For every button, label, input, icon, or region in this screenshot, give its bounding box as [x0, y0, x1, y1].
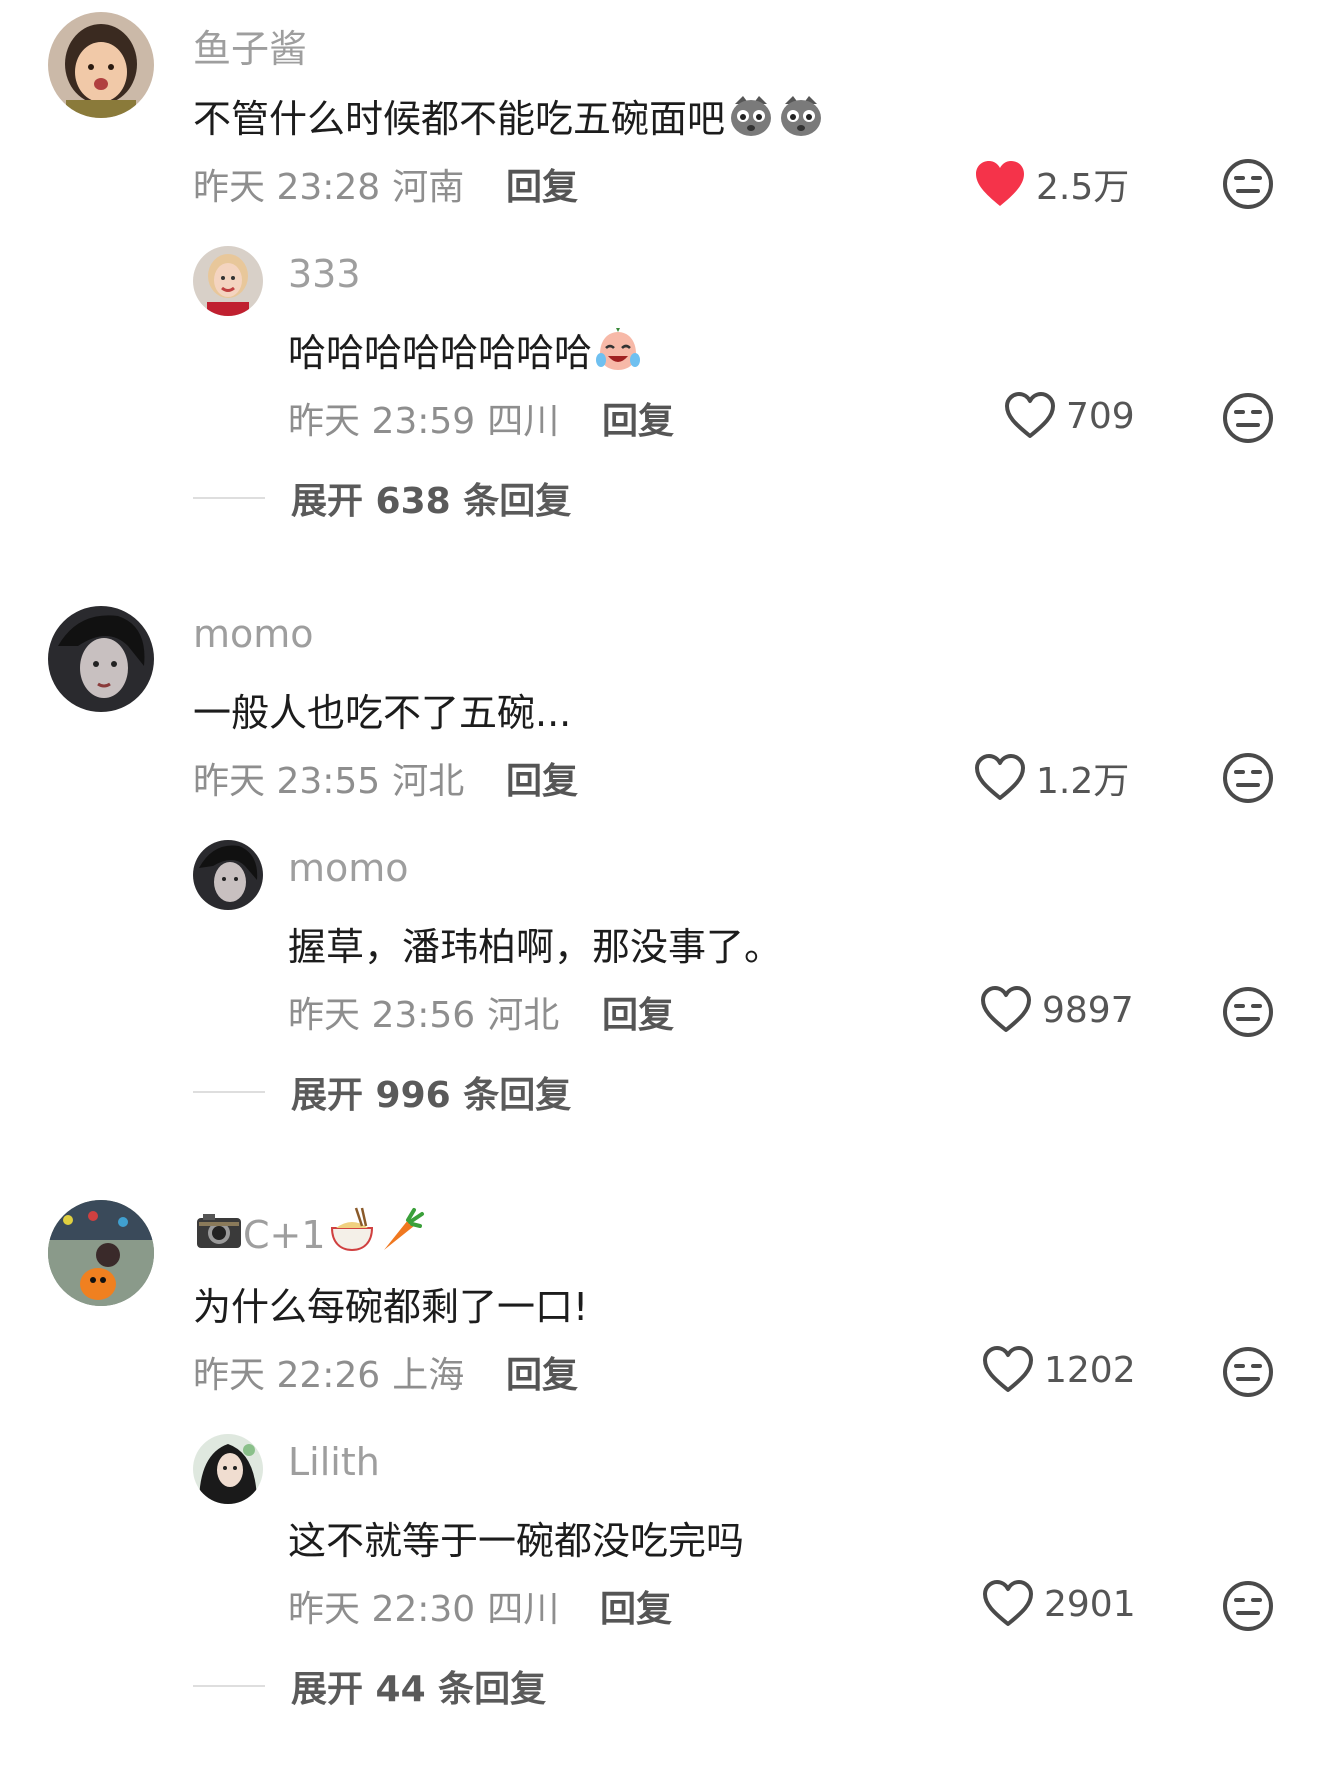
- reply-button[interactable]: 回复: [602, 986, 674, 1038]
- expand-replies[interactable]: 展开 638 条回复: [193, 472, 571, 524]
- location: 河南: [392, 167, 465, 208]
- divider-line: [193, 1091, 265, 1093]
- puppy-face-emoji-icon: [727, 90, 775, 138]
- like-button[interactable]: 1.2万: [974, 752, 1154, 804]
- reply-text: 这不就等于一碗都没吃完吗: [288, 1519, 745, 1563]
- like-count: 709: [1066, 395, 1135, 437]
- laughing-crying-emoji-icon: [594, 324, 642, 372]
- location: 四川: [487, 1589, 560, 1630]
- neutral-face-icon: [1223, 987, 1273, 1037]
- heart-outline-icon: [983, 1346, 1033, 1392]
- reply-button[interactable]: 回复: [506, 158, 578, 210]
- reply-username[interactable]: Lilith: [288, 1440, 380, 1484]
- reply-avatar[interactable]: [193, 840, 263, 910]
- divider-line: [193, 1685, 265, 1687]
- reply-text: 握草，潘玮柏啊，那没事了。: [288, 925, 783, 969]
- like-count: 1.2万: [1036, 761, 1130, 802]
- reply-button[interactable]: 回复: [506, 1346, 578, 1398]
- location: 河北: [487, 995, 560, 1036]
- comment-meta: 昨天 23:55 河北: [193, 752, 464, 804]
- emoji-react-button[interactable]: [1222, 752, 1274, 804]
- like-button[interactable]: 1202: [982, 1346, 1162, 1394]
- like-count: 2.5万: [1036, 167, 1130, 208]
- camera-icon: [195, 1206, 243, 1254]
- timestamp: 昨天 22:30: [288, 1589, 476, 1630]
- heart-outline-icon: [981, 986, 1031, 1032]
- heart-outline-icon: [1005, 392, 1055, 438]
- expand-replies-label: 展开 44 条回复: [291, 1669, 547, 1710]
- like-count: 1202: [1044, 1349, 1136, 1391]
- reply-button[interactable]: 回复: [600, 1580, 672, 1632]
- username[interactable]: momo: [193, 612, 314, 656]
- timestamp: 昨天 23:28: [193, 167, 381, 208]
- reply-meta: 昨天 23:59 四川: [288, 392, 559, 444]
- location: 四川: [487, 401, 560, 442]
- emoji-react-button[interactable]: [1222, 986, 1274, 1038]
- reply-meta: 昨天 22:30 四川: [288, 1580, 559, 1632]
- avatar[interactable]: [48, 12, 154, 118]
- timestamp: 昨天 23:56: [288, 995, 476, 1036]
- reply-text-body: 哈哈哈哈哈哈哈哈: [288, 331, 593, 375]
- comment-text: 为什么每碗都剩了一口!: [193, 1285, 589, 1329]
- reply-button[interactable]: 回复: [602, 392, 674, 444]
- neutral-face-icon: [1223, 393, 1273, 443]
- heart-outline-icon: [983, 1580, 1033, 1626]
- divider-line: [193, 497, 265, 499]
- heart-outline-icon: [975, 754, 1025, 800]
- expand-replies-label: 展开 996 条回复: [291, 1075, 572, 1116]
- reply-avatar[interactable]: [193, 246, 263, 316]
- heart-filled-icon: [976, 161, 1024, 206]
- username-row[interactable]: C+1: [193, 1206, 426, 1257]
- timestamp: 昨天 23:55: [193, 761, 381, 802]
- like-button[interactable]: 2901: [982, 1580, 1162, 1628]
- timestamp: 昨天 22:26: [193, 1355, 381, 1396]
- comment-list: 鱼子酱 不管什么时候都不能吃五碗面吧 昨天 23:28 河南 回复 2.5万 3…: [0, 0, 1320, 1773]
- neutral-face-icon: [1223, 159, 1273, 209]
- timestamp: 昨天 23:59: [288, 401, 476, 442]
- avatar[interactable]: [48, 1200, 154, 1306]
- comment-meta: 昨天 23:28 河南: [193, 158, 464, 210]
- like-button[interactable]: 709: [1004, 392, 1184, 440]
- puppy-face-emoji-icon: [777, 90, 825, 138]
- neutral-face-icon: [1223, 1581, 1273, 1631]
- like-button[interactable]: 2.5万: [974, 158, 1154, 210]
- reply-text: 哈哈哈哈哈哈哈哈: [288, 322, 642, 377]
- comment-text-body: 不管什么时候都不能吃五碗面吧: [193, 97, 726, 141]
- comment-text: 一般人也吃不了五碗...: [193, 691, 572, 735]
- reply-username[interactable]: momo: [288, 846, 409, 890]
- expand-replies[interactable]: 展开 44 条回复: [193, 1660, 546, 1712]
- emoji-react-button[interactable]: [1222, 158, 1274, 210]
- expand-replies[interactable]: 展开 996 条回复: [193, 1066, 571, 1118]
- like-button[interactable]: 9897: [980, 986, 1160, 1034]
- comment-meta: 昨天 22:26 上海: [193, 1346, 464, 1398]
- reply-button[interactable]: 回复: [506, 752, 578, 804]
- reply-username[interactable]: 333: [288, 252, 361, 296]
- carrot-icon: [378, 1206, 426, 1254]
- comment-text: 不管什么时候都不能吃五碗面吧: [193, 88, 825, 143]
- reply-meta: 昨天 23:56 河北: [288, 986, 559, 1038]
- emoji-react-button[interactable]: [1222, 1346, 1274, 1398]
- emoji-react-button[interactable]: [1222, 1580, 1274, 1632]
- like-count: 2901: [1044, 1583, 1136, 1625]
- avatar[interactable]: [48, 606, 154, 712]
- like-count: 9897: [1042, 989, 1134, 1031]
- username: C+1: [243, 1213, 326, 1257]
- emoji-react-button[interactable]: [1222, 392, 1274, 444]
- username[interactable]: 鱼子酱: [193, 18, 307, 73]
- location: 上海: [392, 1355, 465, 1396]
- reply-avatar[interactable]: [193, 1434, 263, 1504]
- expand-replies-label: 展开 638 条回复: [291, 481, 572, 522]
- neutral-face-icon: [1223, 1347, 1273, 1397]
- noodle-bowl-icon: [328, 1206, 376, 1254]
- neutral-face-icon: [1223, 753, 1273, 803]
- location: 河北: [392, 761, 465, 802]
